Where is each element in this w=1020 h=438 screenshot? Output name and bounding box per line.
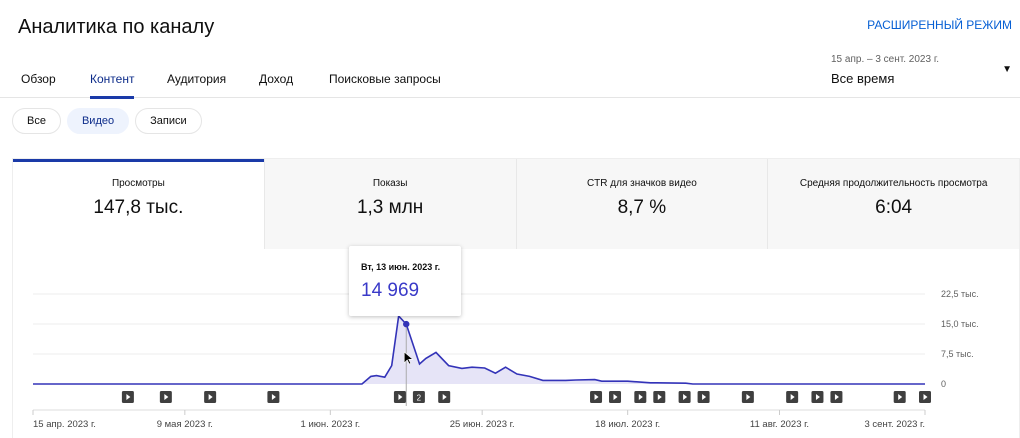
x-tick-label: 1 июн. 2023 г. [301, 419, 361, 430]
x-tick-label: 15 апр. 2023 г. [33, 419, 96, 430]
hover-point [403, 320, 410, 328]
x-tick-label: 3 сент. 2023 г. [865, 419, 926, 430]
video-marker-count: 2 [417, 394, 422, 403]
y-tick-label: 0 [941, 379, 946, 389]
tooltip-value: 14 969 [361, 280, 420, 301]
y-tick-label: 22,5 тыс. [941, 289, 979, 299]
x-tick-label: 11 авг. 2023 г. [750, 419, 809, 430]
chart-tooltip: Вт, 13 июн. 2023 г. 14 969 [349, 246, 461, 316]
tooltip-date: Вт, 13 июн. 2023 г. [361, 262, 441, 272]
x-tick-label: 9 мая 2023 г. [157, 419, 213, 430]
views-chart[interactable]: 22,5 тыс. 15,0 тыс. 7,5 тыс. 0 2 15 апр. 2023… [0, 0, 1020, 438]
y-tick-label: 7,5 тыс. [941, 349, 974, 359]
y-tick-label: 15,0 тыс. [941, 319, 979, 329]
x-tick-label: 18 июл. 2023 г. [595, 419, 660, 430]
x-tick-label: 25 июн. 2023 г. [450, 419, 515, 430]
area-fill [33, 316, 925, 384]
